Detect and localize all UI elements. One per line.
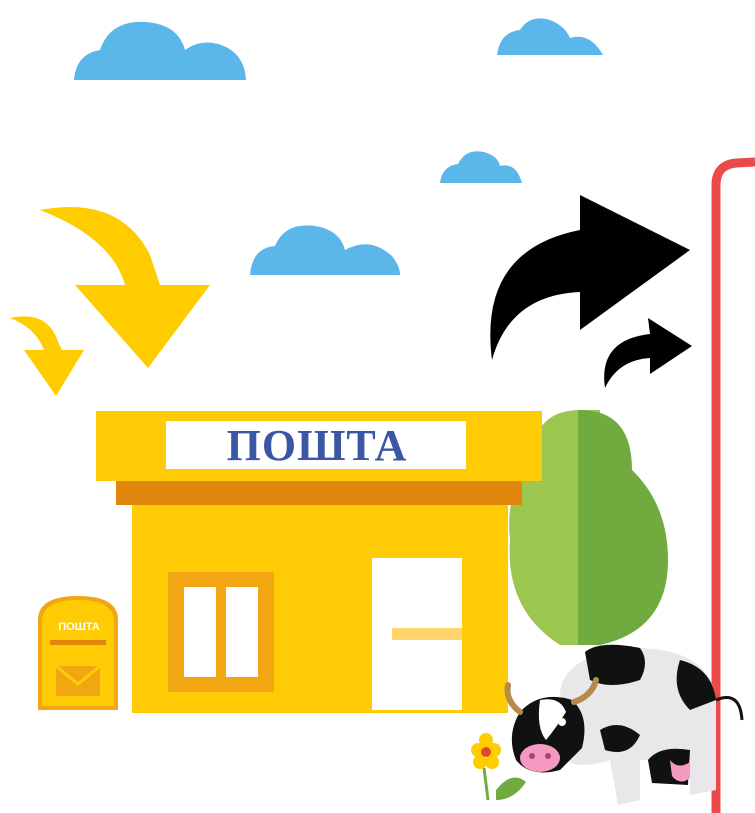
cloud-icon <box>497 18 603 55</box>
mailbox-icon <box>38 596 118 710</box>
post-office-sign: ПОШТА <box>226 420 408 470</box>
cloud-icon <box>250 225 400 275</box>
frame-border <box>711 157 755 813</box>
cloud-icon <box>440 151 522 183</box>
illustration-canvas <box>10 18 755 813</box>
incoming-arrow-icon <box>40 207 210 368</box>
cloud-icon <box>74 21 246 80</box>
mailbox-label: ПОШТА <box>58 621 100 633</box>
cow-icon <box>504 644 744 805</box>
outgoing-arrow-icon <box>604 318 692 388</box>
post-office-illustration: ПОШТА ПОШТА <box>0 0 755 813</box>
incoming-arrow-icon <box>10 316 84 396</box>
